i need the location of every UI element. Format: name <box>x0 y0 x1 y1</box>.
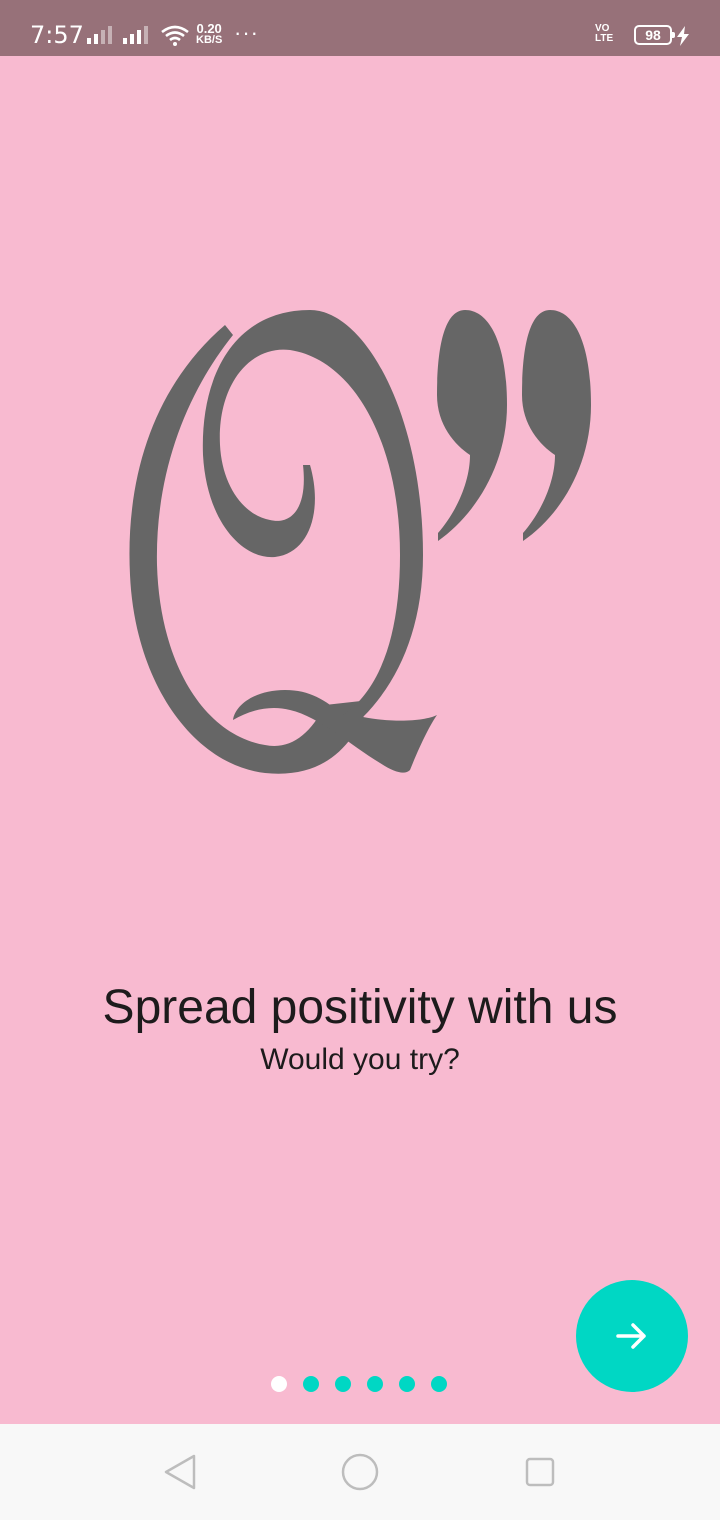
page-dot[interactable] <box>367 1376 383 1392</box>
onboarding-title: Spread positivity with us <box>102 981 618 1034</box>
volte-icon: VO LTE <box>595 24 613 44</box>
status-time: 7:57 <box>30 21 84 49</box>
page-indicator <box>271 1376 447 1392</box>
page-dot[interactable] <box>399 1376 415 1392</box>
page-dot[interactable] <box>335 1376 351 1392</box>
back-icon <box>164 1454 196 1490</box>
page-dot[interactable] <box>303 1376 319 1392</box>
back-button[interactable] <box>158 1450 202 1494</box>
wifi-icon <box>161 25 189 46</box>
next-button[interactable] <box>576 1280 688 1392</box>
battery-level: 98 <box>645 27 661 43</box>
page-dot[interactable] <box>431 1376 447 1392</box>
home-button[interactable] <box>338 1450 382 1494</box>
signal-icon <box>123 26 148 44</box>
recents-button[interactable] <box>518 1450 562 1494</box>
navigation-bar <box>0 1424 720 1520</box>
recents-icon <box>525 1457 555 1487</box>
quote-q-logo-icon <box>129 310 591 774</box>
volte-bottom: LTE <box>595 33 614 44</box>
net-speed: 0.20 KB/S <box>196 22 222 46</box>
battery-icon: 98 <box>634 25 675 45</box>
status-bar: 7:57 0.20 KB/S ··· VO LTE 98 <box>0 0 720 56</box>
signal-icon <box>87 26 112 44</box>
net-speed-unit: KB/S <box>196 34 223 46</box>
onboarding-subtitle: Would you try? <box>260 1043 460 1076</box>
arrow-right-icon <box>616 1323 646 1349</box>
page-dot-active[interactable] <box>271 1376 287 1392</box>
charging-icon <box>677 26 689 46</box>
home-icon <box>341 1453 379 1491</box>
status-more-icon: ··· <box>234 20 259 45</box>
